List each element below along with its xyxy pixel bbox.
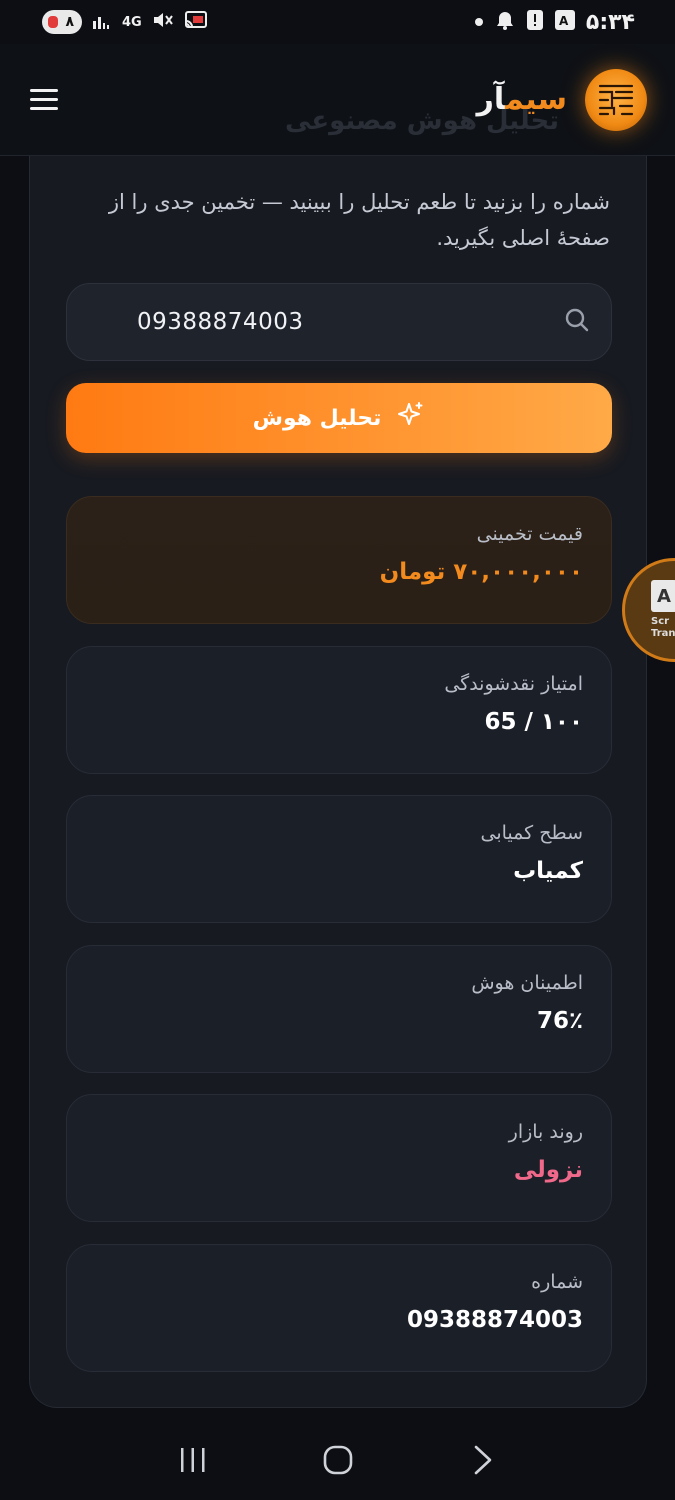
translate-icon: A xyxy=(651,580,675,612)
translate-icon: A xyxy=(554,9,576,35)
home-icon[interactable] xyxy=(318,1440,358,1480)
network-type-label: 4G xyxy=(122,14,142,30)
sparkle-icon xyxy=(395,400,425,436)
brand[interactable]: سیمآر xyxy=(476,68,647,131)
cast-icon xyxy=(184,10,208,34)
price-value: ۷۰,۰۰۰,۰۰۰ تومان xyxy=(379,559,583,585)
phone-search-box[interactable] xyxy=(66,283,612,361)
result-card-rarity: سطح کمیابی کمیاب xyxy=(66,795,612,923)
dot-icon xyxy=(474,13,484,31)
app-screen: ۸ 4G A ۵:۳۴ تحلیل هوش مصنوعی سیمآر شماره… xyxy=(0,0,675,1500)
search-icon[interactable] xyxy=(563,306,591,338)
status-bar: ۸ 4G A ۵:۳۴ xyxy=(0,0,675,44)
result-card-confidence: اطمینان هوش 76٪ xyxy=(66,945,612,1073)
result-card-trend: روند بازار نزولی xyxy=(66,1094,612,1222)
recent-apps-icon[interactable] xyxy=(173,1440,213,1480)
number-label: شماره xyxy=(531,1271,583,1293)
result-card-price: قیمت تخمینی ۷۰,۰۰۰,۰۰۰ تومان xyxy=(66,496,612,624)
liquidity-value: 65 / ۱۰۰ xyxy=(484,709,583,735)
alarm-icon xyxy=(494,9,516,35)
status-time: ۵:۳۴ xyxy=(585,9,635,35)
confidence-value: 76٪ xyxy=(536,1008,583,1034)
system-nav-bar xyxy=(0,1420,675,1500)
price-label: قیمت تخمینی xyxy=(476,523,583,545)
hamburger-menu-icon[interactable] xyxy=(30,82,66,118)
battery-indicator: ۸ xyxy=(42,10,82,34)
widget-text-line1: Scr xyxy=(651,616,670,627)
trend-label: روند بازار xyxy=(508,1121,583,1143)
rarity-label: سطح کمیابی xyxy=(480,822,584,844)
analysis-panel: شماره را بزنید تا طعم تحلیل را ببینید — … xyxy=(29,156,647,1408)
back-icon[interactable] xyxy=(463,1440,503,1480)
signal-icon xyxy=(92,11,112,33)
trend-value: نزولی xyxy=(513,1157,583,1183)
liquidity-label: امتیاز نقدشوندگی xyxy=(444,673,583,695)
alert-icon xyxy=(526,9,544,35)
analyze-button-label: تحلیل هوش xyxy=(252,405,382,431)
phone-number-input[interactable] xyxy=(137,309,517,335)
confidence-label: اطمینان هوش xyxy=(471,972,583,994)
app-header: تحلیل هوش مصنوعی سیمآر xyxy=(0,44,675,156)
status-bar-right: A ۵:۳۴ xyxy=(474,9,635,35)
widget-text-line2: Trans xyxy=(651,628,675,639)
status-bar-left: ۸ 4G xyxy=(42,10,208,34)
rarity-value: کمیاب xyxy=(513,858,583,884)
brand-name: سیمآر xyxy=(476,82,567,117)
circuit-chip-icon xyxy=(585,68,647,131)
number-value: 09388874003 xyxy=(406,1307,583,1333)
result-card-number: شماره 09388874003 xyxy=(66,1244,612,1372)
svg-text:A: A xyxy=(559,14,569,28)
mute-icon xyxy=(152,10,174,34)
result-card-liquidity: امتیاز نقدشوندگی 65 / ۱۰۰ xyxy=(66,646,612,774)
intro-text: شماره را بزنید تا طعم تحلیل را ببینید — … xyxy=(108,190,610,250)
analyze-button[interactable]: تحلیل هوش xyxy=(66,383,612,453)
